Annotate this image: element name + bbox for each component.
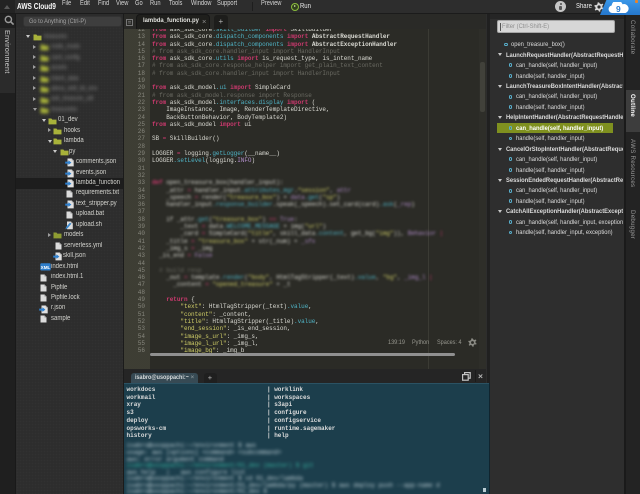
svg-text:9: 9 (616, 4, 621, 14)
